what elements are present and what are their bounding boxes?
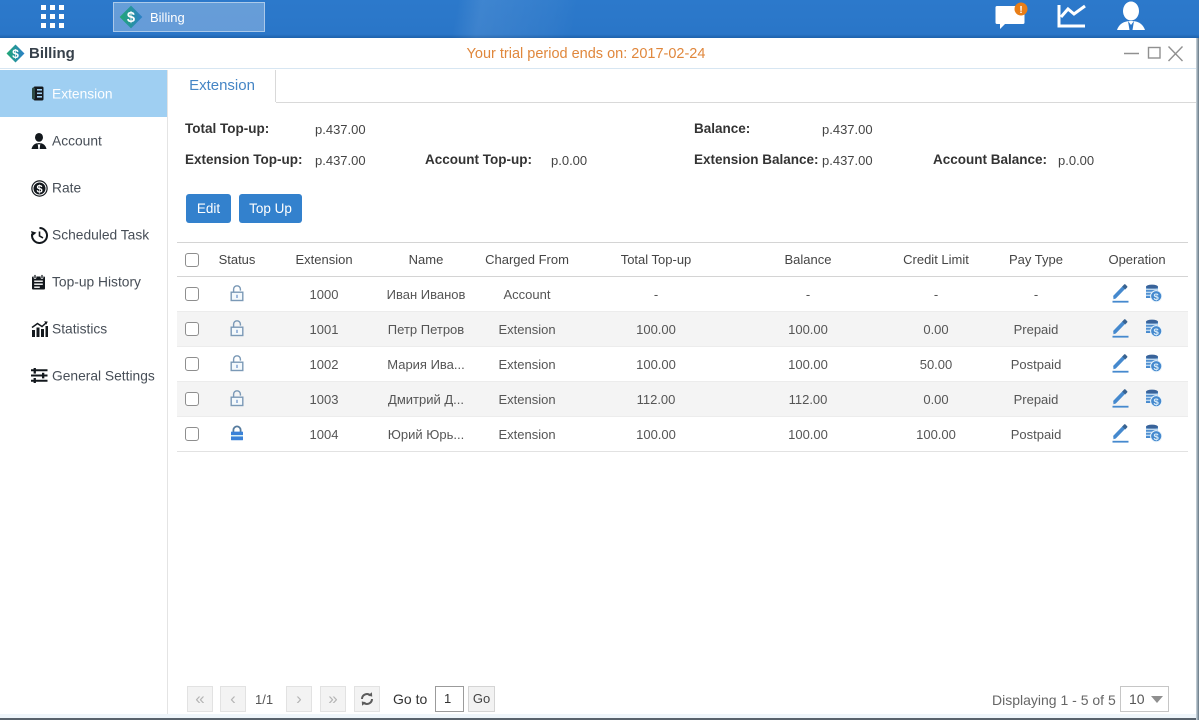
- svg-text:$: $: [127, 10, 135, 26]
- svg-text:$: $: [1154, 327, 1160, 338]
- svg-text:$: $: [36, 183, 42, 195]
- svg-text:!: !: [1019, 5, 1022, 16]
- svg-text:$: $: [1154, 362, 1160, 373]
- svg-text:$: $: [1154, 292, 1160, 303]
- svg-text:$: $: [1154, 397, 1160, 408]
- svg-text:$: $: [1154, 432, 1160, 443]
